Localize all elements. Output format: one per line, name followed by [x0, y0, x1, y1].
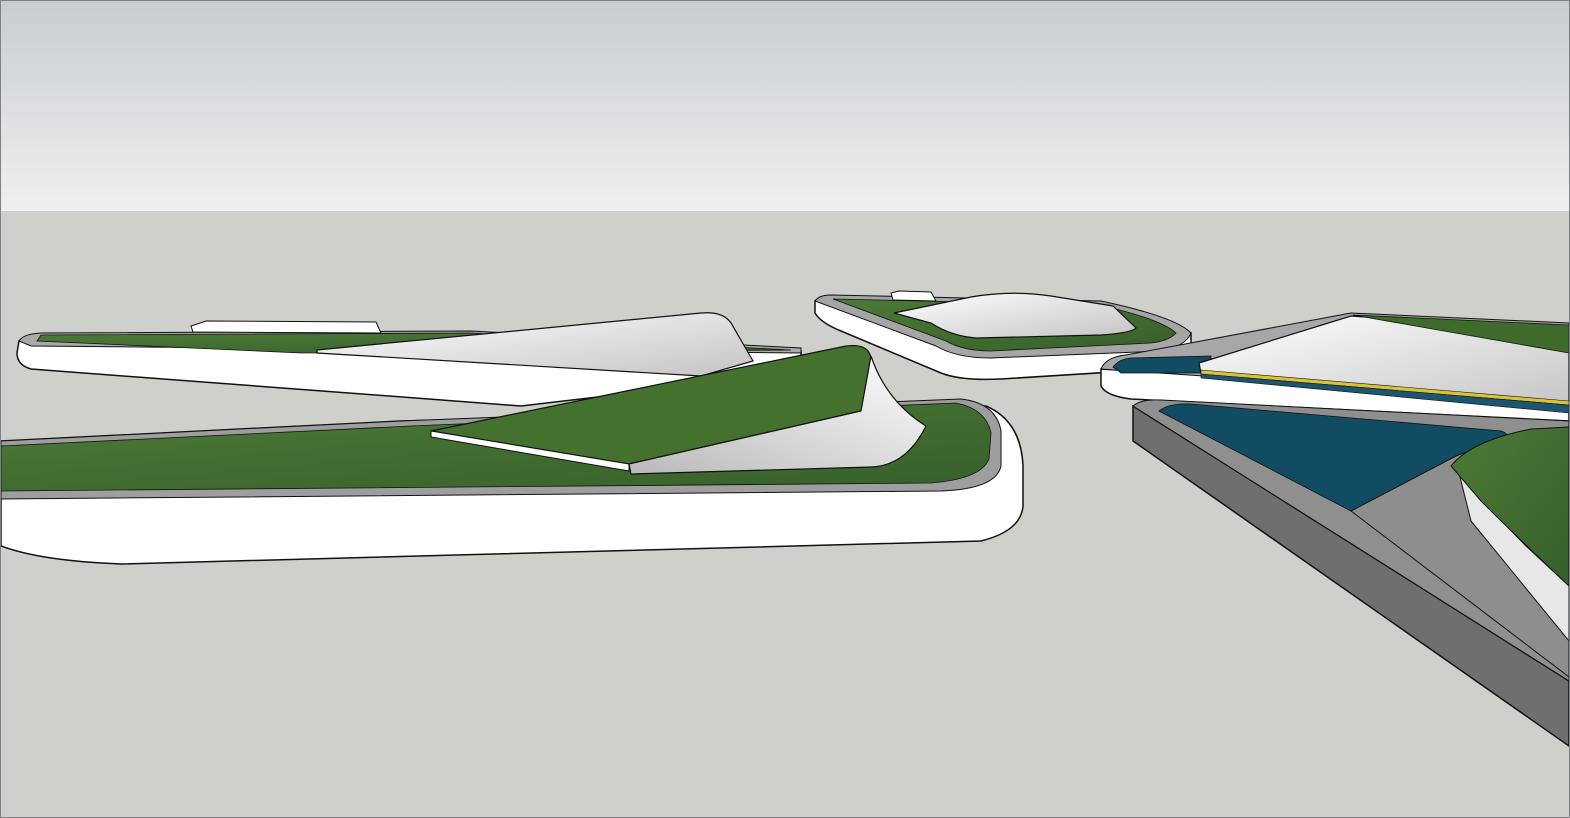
scene-canvas[interactable]	[1, 1, 1569, 817]
right-pool-water	[1112, 355, 1212, 374]
sky	[1, 1, 1569, 211]
model-viewport[interactable]	[0, 0, 1570, 818]
long-left-platform-wall	[190, 320, 382, 334]
center-back-wall	[890, 290, 937, 302]
